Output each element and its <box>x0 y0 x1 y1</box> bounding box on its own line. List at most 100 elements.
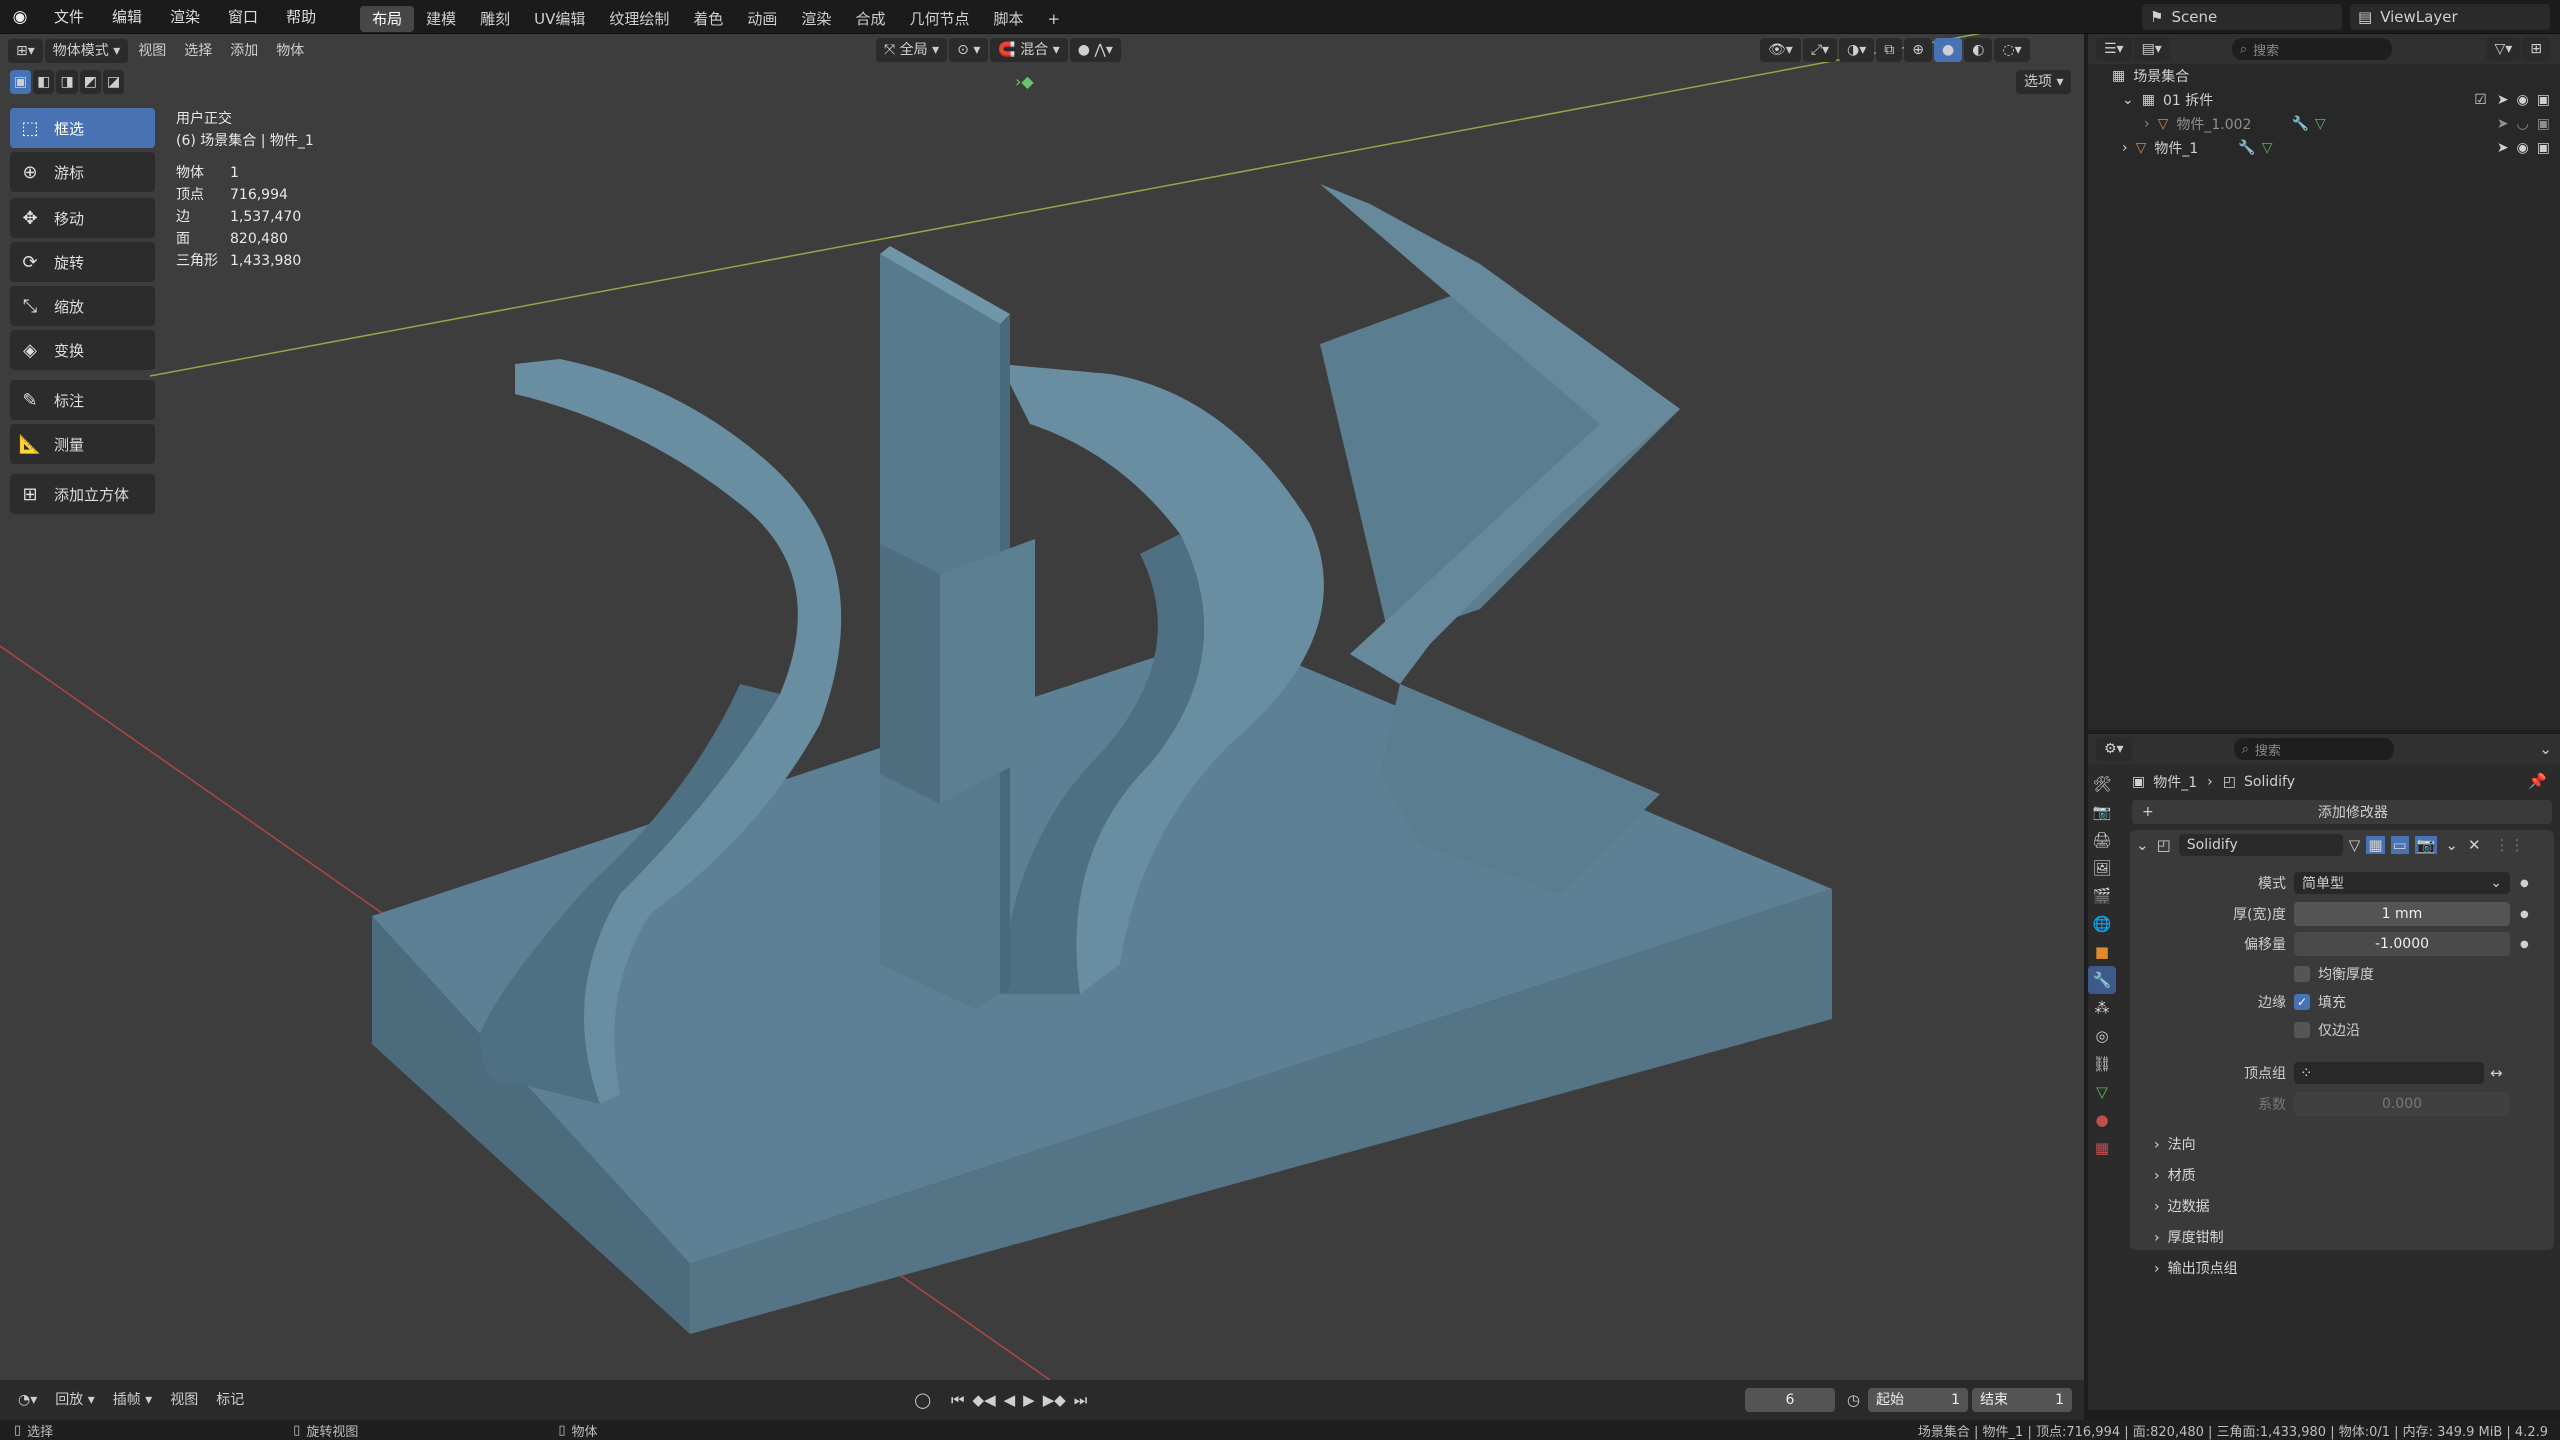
outliner-item-object[interactable]: › ▽ 物件_1 🔧 ▽ ➤ ◉ ▣ <box>2088 136 2560 160</box>
timeline-editor-icon[interactable]: ◔▾ <box>10 1388 46 1412</box>
eye-icon[interactable]: ◉ <box>2517 92 2529 108</box>
tool-add-cube[interactable]: ⊞ 添加立方体 <box>10 474 155 514</box>
subpanel-edge-data[interactable]: › 边数据 <box>2154 1192 2238 1223</box>
menu-window[interactable]: 窗口 <box>214 0 272 34</box>
tab-layout[interactable]: 布局 <box>360 5 415 32</box>
menu-add[interactable]: 添加 <box>222 39 266 63</box>
outliner-editor-icon[interactable]: ☰▾ <box>2096 37 2132 61</box>
subpanel-thickness-clamp[interactable]: › 厚度钳制 <box>2154 1223 2238 1254</box>
outliner-item-collection[interactable]: ⌄ ▦ 01 拆件 ☑ ➤ ◉ ▣ <box>2088 88 2560 112</box>
camera-icon[interactable]: ▣ <box>2537 116 2550 132</box>
tab-geometry-nodes[interactable]: 几何节点 <box>897 6 981 32</box>
tool-measure[interactable]: 📐 测量 <box>10 424 155 464</box>
menu-file[interactable]: 文件 <box>40 0 98 34</box>
next-keyframe-icon[interactable]: ▶◆ <box>1043 1391 1066 1409</box>
add-modifier-button[interactable]: + 添加修改器 <box>2132 800 2552 824</box>
cage-icon[interactable]: ▦ <box>2366 836 2385 854</box>
drag-handle-icon[interactable]: ⋮⋮ <box>2495 836 2525 854</box>
physics-tab-icon[interactable]: ◎ <box>2088 1022 2116 1050</box>
constraints-tab-icon[interactable]: ⛓ <box>2088 1050 2116 1078</box>
select-arrow-icon[interactable]: ➤ <box>2497 116 2509 132</box>
even-thickness-checkbox[interactable]: 均衡厚度 <box>2294 964 2374 984</box>
xray-icon[interactable]: ⧉ <box>1876 38 1903 62</box>
render-tab-icon[interactable]: 📷 <box>2088 798 2116 826</box>
material-tab-icon[interactable]: ● <box>2088 1106 2116 1134</box>
jump-end-icon[interactable]: ⏭ <box>1074 1391 1088 1409</box>
properties-search-input[interactable]: ⌕ 搜索 <box>2233 738 2394 760</box>
select-subtract-icon[interactable]: ◨ <box>56 70 78 94</box>
tab-modeling[interactable]: 建模 <box>414 6 468 32</box>
subpanel-materials[interactable]: › 材质 <box>2154 1161 2238 1192</box>
object-tab-icon[interactable]: ■ <box>2088 938 2116 966</box>
tab-compositing[interactable]: 合成 <box>843 6 897 32</box>
shading-material-icon[interactable]: ◐ <box>1964 38 1993 62</box>
texture-tab-icon[interactable]: ▦ <box>2088 1134 2116 1162</box>
data-tab-icon[interactable]: ▽ <box>2088 1078 2116 1106</box>
outliner-item-object-hidden[interactable]: › ▽ 物件_1.002 🔧 ▽ ➤ ◡ ▣ <box>2088 112 2560 136</box>
collapse-icon[interactable]: ⌄ <box>2136 836 2149 854</box>
filter-icon[interactable]: ▽▾ <box>2486 37 2521 61</box>
dropdown-icon[interactable]: ⌄ <box>2445 836 2458 854</box>
rim-fill-checkbox[interactable]: ✓ 填充 <box>2294 992 2346 1012</box>
prev-keyframe-icon[interactable]: ◆◀ <box>973 1391 996 1409</box>
proportional-edit-icon[interactable]: ● ⋀▾ <box>1069 38 1121 62</box>
pivot-selector[interactable]: ⊙ ▾ <box>949 38 989 62</box>
gizmo-toggle-icon[interactable]: ›◆ <box>1015 72 1034 91</box>
camera-icon[interactable]: ▣ <box>2537 140 2550 156</box>
options-dropdown[interactable]: 选项 ▾ <box>2016 70 2072 94</box>
blender-logo-icon[interactable]: ◉ <box>0 0 40 34</box>
checkbox-icon[interactable]: ☑ <box>2474 92 2487 108</box>
output-tab-icon[interactable]: 🖨 <box>2088 826 2116 854</box>
tool-transform[interactable]: ◈ 变换 <box>10 330 155 370</box>
select-invert-icon[interactable]: ◩ <box>79 70 101 94</box>
tab-animation[interactable]: 动画 <box>735 6 789 32</box>
record-icon[interactable]: ◯ <box>914 1391 931 1409</box>
tab-shading[interactable]: 着色 <box>681 6 735 32</box>
menu-view[interactable]: 视图 <box>162 1388 206 1412</box>
tool-cursor[interactable]: ⊕ 游标 <box>10 152 155 192</box>
menu-playback[interactable]: 回放 ▾ <box>47 1388 102 1412</box>
eye-icon[interactable]: ◉ <box>2517 140 2529 156</box>
visibility-icon[interactable]: 👁▾ <box>1760 38 1801 62</box>
orientation-selector[interactable]: ⤧ 全局 ▾ <box>876 38 948 62</box>
menu-render[interactable]: 渲染 <box>156 0 214 34</box>
world-tab-icon[interactable]: 🌐 <box>2088 910 2116 938</box>
vertex-group-field[interactable]: ⁘ <box>2294 1062 2484 1084</box>
current-frame-field[interactable]: 6 <box>1744 1388 1835 1412</box>
snap-selector[interactable]: 🧲 混合 ▾ <box>990 38 1068 62</box>
pin-icon[interactable]: 📌 <box>2528 772 2547 790</box>
select-extend-icon[interactable]: ◧ <box>33 70 55 94</box>
end-frame-field[interactable]: 结束 1 <box>1972 1388 2072 1412</box>
tool-scale[interactable]: ⤡ 缩放 <box>10 286 155 326</box>
select-new-icon[interactable]: ▣ <box>10 70 32 94</box>
menu-marker[interactable]: 标记 <box>208 1388 252 1412</box>
thickness-field[interactable]: 1 mm <box>2294 902 2510 926</box>
rim-only-checkbox[interactable]: 仅边沿 <box>2294 1020 2360 1040</box>
select-intersect-icon[interactable]: ◪ <box>102 70 125 94</box>
subpanel-output-vgroups[interactable]: › 输出顶点组 <box>2154 1254 2238 1285</box>
jump-start-icon[interactable]: ⏮ <box>951 1391 965 1409</box>
shading-solid-icon[interactable]: ● <box>1934 38 1963 62</box>
keyframe-dot-icon[interactable]: ● <box>2520 939 2529 950</box>
particles-tab-icon[interactable]: ⁂ <box>2088 994 2116 1022</box>
eye-closed-icon[interactable]: ◡ <box>2517 116 2529 132</box>
tool-tab-icon[interactable]: 🛠 <box>2088 770 2116 798</box>
select-arrow-icon[interactable]: ➤ <box>2497 92 2509 108</box>
tool-rotate[interactable]: ⟳ 旋转 <box>10 242 155 282</box>
play-reverse-icon[interactable]: ◀ <box>1004 1391 1016 1409</box>
scene-tab-icon[interactable]: 🎬 <box>2088 882 2116 910</box>
keyframe-dot-icon[interactable]: ● <box>2520 878 2529 889</box>
tool-annotate[interactable]: ✎ 标注 <box>10 380 155 420</box>
select-arrow-icon[interactable]: ➤ <box>2497 140 2509 156</box>
mode-dropdown[interactable]: 简单型 ⌄ <box>2294 872 2510 894</box>
invert-icon[interactable]: ↔ <box>2490 1064 2503 1082</box>
tab-rendering[interactable]: 渲染 <box>789 6 843 32</box>
menu-object[interactable]: 物体 <box>268 39 312 63</box>
3d-viewport[interactable]: ⊞▾ 物体模式 ▾ 视图 选择 添加 物体 ▣ ◧ ◨ ◩ ◪ ⤧ 全局 ▾ ⊙… <box>0 34 2084 1380</box>
viewport-display-icon[interactable]: ▭ <box>2390 836 2409 854</box>
menu-view[interactable]: 视图 <box>130 39 174 63</box>
mode-selector[interactable]: 物体模式 ▾ <box>44 39 129 63</box>
tab-uv-editing[interactable]: UV编辑 <box>522 6 597 32</box>
tool-move[interactable]: ✥ 移动 <box>10 198 155 238</box>
play-icon[interactable]: ▶ <box>1023 1391 1035 1409</box>
